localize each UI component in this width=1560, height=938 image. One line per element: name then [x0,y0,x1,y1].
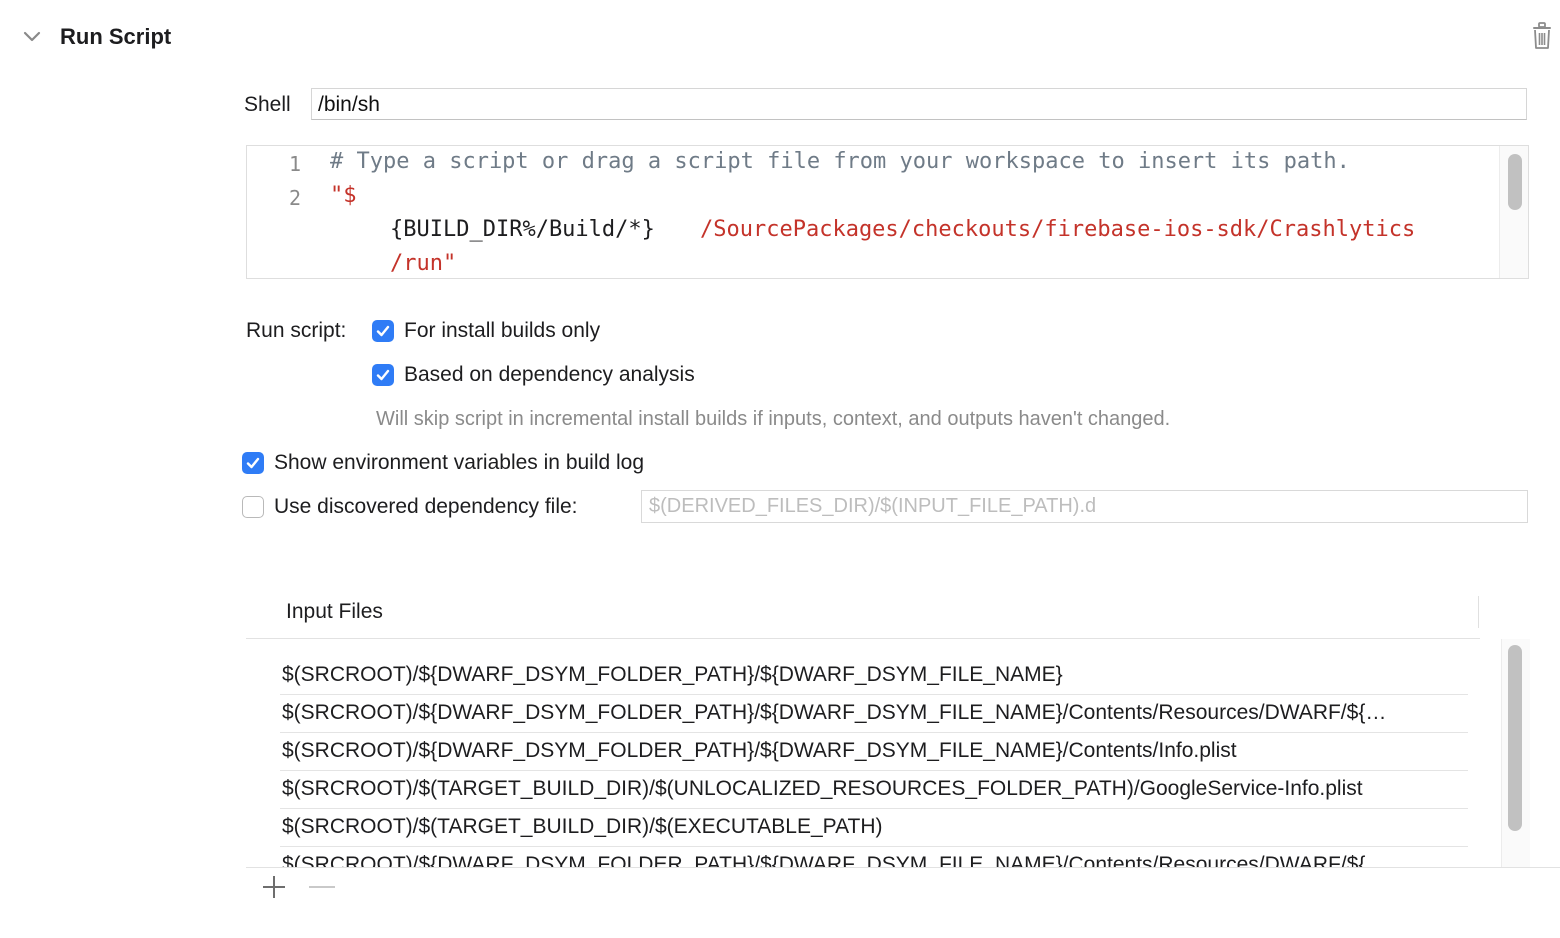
use-dep-file-label: Use discovered dependency file: [274,495,578,518]
checkmark-icon [376,325,390,337]
phase-title: Run Script [60,24,172,49]
script-line-2-path: /SourcePackages/checkouts/firebase-ios-s… [700,217,1416,242]
line-number: 1 [288,152,301,176]
shell-input[interactable]: /bin/sh [311,88,1527,120]
run-script-label: Run script: [246,319,347,342]
input-files-title[interactable]: Input Files [286,600,383,624]
column-divider [1478,596,1479,628]
trash-icon[interactable] [1530,22,1554,50]
dependency-analysis-checkbox[interactable] [372,364,394,386]
table-row[interactable]: $(SRCROOT)/${DWARF_DSYM_FOLDER_PATH}/${D… [280,695,1468,733]
table-row[interactable]: $(SRCROOT)/$(TARGET_BUILD_DIR)/$(EXECUTA… [280,809,1468,847]
line-number: 2 [288,186,301,210]
chevron-down-icon[interactable] [22,26,42,46]
checkmark-icon [246,457,260,469]
table-row[interactable]: $(SRCROOT)/${DWARF_DSYM_FOLDER_PATH}/${D… [280,847,1468,867]
script-line-1: # Type a script or drag a script file fr… [330,149,1350,174]
plus-icon[interactable] [260,873,288,901]
checkmark-icon [376,369,390,381]
dependency-file-input[interactable]: $(DERIVED_FILES_DIR)/$(INPUT_FILE_PATH).… [641,490,1528,523]
shell-label: Shell [244,93,291,116]
table-row[interactable]: $(SRCROOT)/${DWARF_DSYM_FOLDER_PATH}/${D… [280,733,1468,771]
script-line-2-var: {BUILD_DIR%/Build/*} [390,217,655,242]
script-editor[interactable]: 1 # Type a script or drag a script file … [246,145,1529,279]
install-builds-label: For install builds only [404,319,601,342]
show-env-vars-label: Show environment variables in build log [274,451,645,474]
table-row[interactable]: $(SRCROOT)/${DWARF_DSYM_FOLDER_PATH}/${D… [280,657,1468,695]
list-footer-divider [246,867,1560,868]
dependency-analysis-label: Based on dependency analysis [404,363,695,386]
use-dep-file-checkbox[interactable] [242,496,264,518]
input-files-list[interactable]: $(SRCROOT)/${DWARF_DSYM_FOLDER_PATH}/${D… [246,639,1501,867]
table-row[interactable]: $(SRCROOT)/$(TARGET_BUILD_DIR)/$(UNLOCAL… [280,771,1468,809]
input-files-header: Input Files [246,596,1480,639]
show-env-vars-checkbox[interactable] [242,452,264,474]
script-line-2-start: "$ [330,183,357,208]
editor-scrollbar-thumb[interactable] [1508,154,1522,210]
minus-icon[interactable] [308,873,336,901]
dependency-note: Will skip script in incremental install … [376,408,1171,430]
list-scrollbar-thumb[interactable] [1508,645,1522,831]
install-builds-checkbox[interactable] [372,320,394,342]
script-line-2-end: /run" [390,251,457,276]
